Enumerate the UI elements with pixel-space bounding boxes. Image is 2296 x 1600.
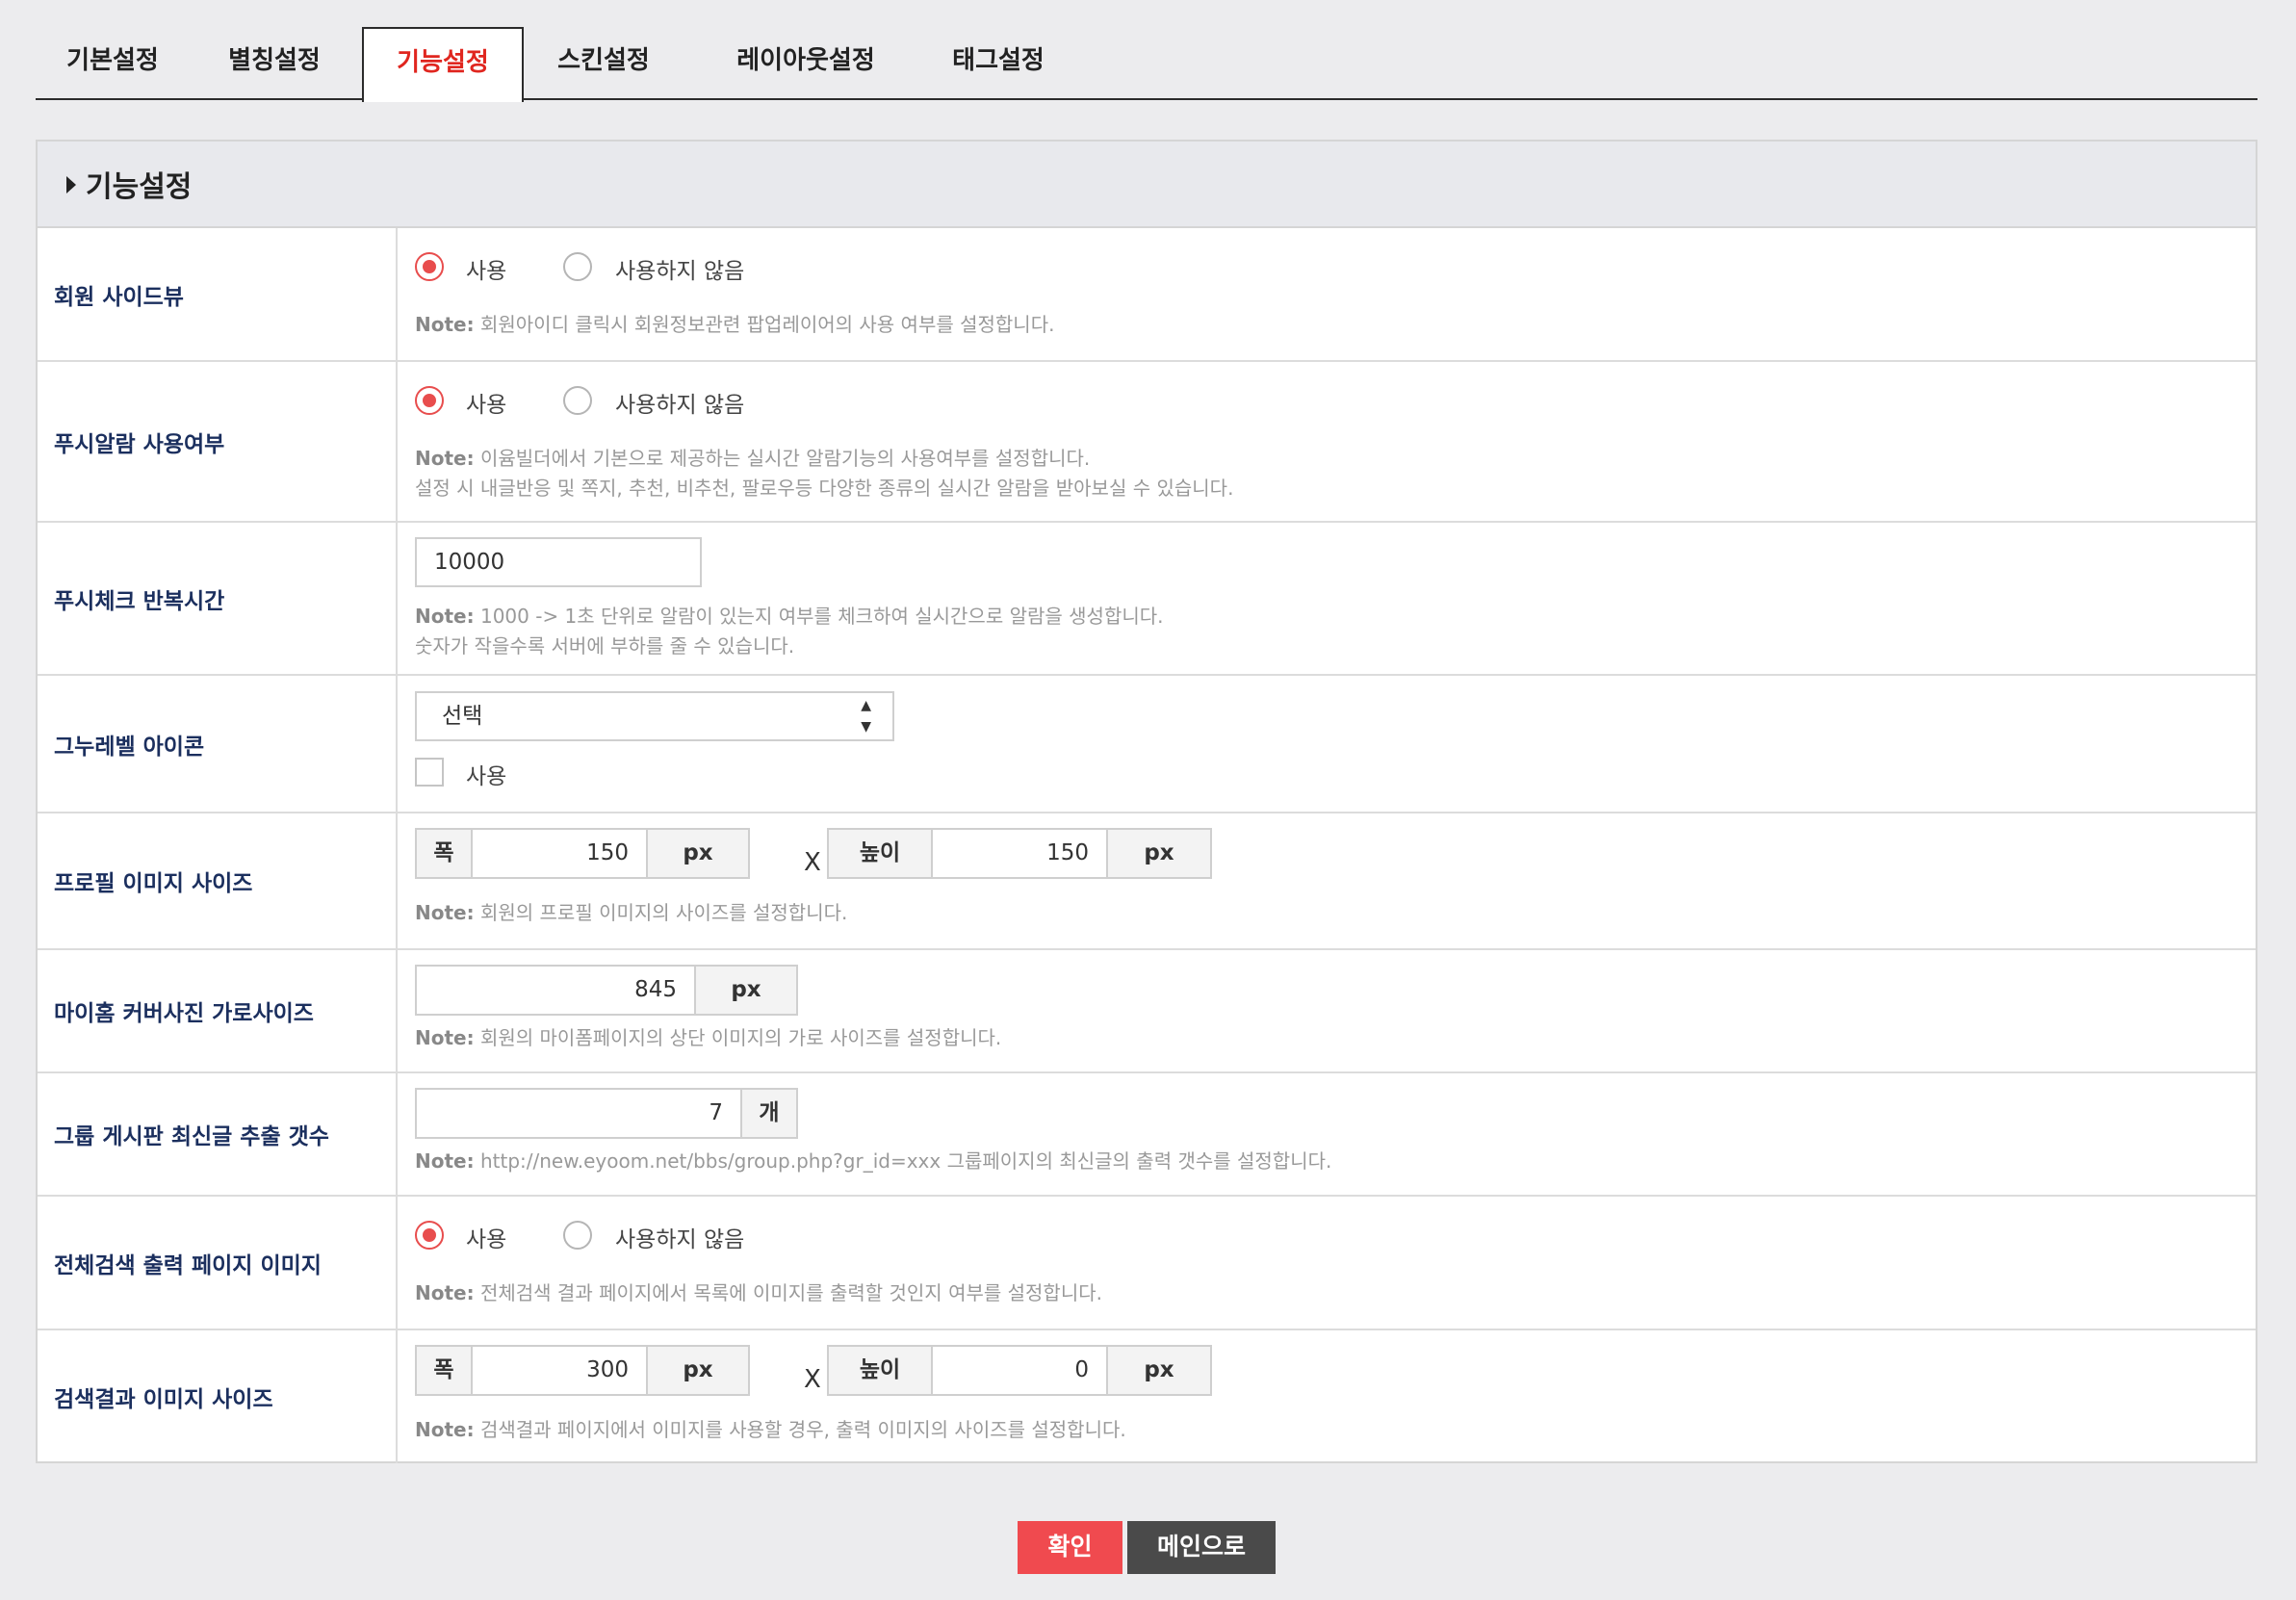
px-addon: px bbox=[646, 1345, 750, 1396]
search-height-input[interactable]: 0 bbox=[931, 1345, 1108, 1396]
row-label: 회원 사이드뷰 bbox=[54, 284, 184, 310]
width-addon: 폭 bbox=[415, 1345, 473, 1396]
size-separator: X bbox=[804, 848, 821, 877]
checkbox-label: 사용 bbox=[466, 764, 507, 789]
panel-header: 기능설정 bbox=[38, 142, 2256, 228]
level-icon-select[interactable]: 선택 ▲ ▼ bbox=[415, 691, 894, 741]
row-label: 마이홈 커버사진 가로사이즈 bbox=[54, 1001, 314, 1026]
profile-width-input[interactable]: 150 bbox=[471, 828, 648, 879]
row-label: 푸시알람 사용여부 bbox=[54, 431, 225, 457]
row-label: 검색결과 이미지 사이즈 bbox=[54, 1387, 273, 1412]
note-line-2: 설정 시 내글반응 및 쪽지, 추천, 비추천, 팔로우등 다양한 종류의 실시… bbox=[415, 477, 1234, 500]
search-width-input[interactable]: 300 bbox=[471, 1345, 648, 1396]
tab-skin[interactable]: 스킨설정 bbox=[527, 27, 681, 100]
row-push-alarm: 푸시알람 사용여부 사용 사용하지 않음 Note: 이윰빌더에서 기본으로 제… bbox=[38, 362, 2256, 523]
height-addon: 높이 bbox=[827, 828, 933, 879]
height-addon: 높이 bbox=[827, 1345, 933, 1396]
size-separator: X bbox=[804, 1365, 821, 1394]
row-level-icon: 그누레벨 아이콘 선택 ▲ ▼ 사용 bbox=[38, 676, 2256, 813]
confirm-button[interactable]: 확인 bbox=[1018, 1521, 1122, 1574]
radio-use-label: 사용 bbox=[466, 393, 507, 418]
radio-use-label: 사용 bbox=[466, 259, 507, 284]
radio-use[interactable] bbox=[415, 386, 444, 415]
settings-panel: 기능설정 회원 사이드뷰 사용 사용하지 않음 Note: 회원아이디 클릭시 … bbox=[36, 140, 2257, 1463]
panel-title: 기능설정 bbox=[66, 163, 192, 205]
tab-tag[interactable]: 태그설정 bbox=[921, 27, 1075, 100]
radio-not-use[interactable] bbox=[563, 386, 592, 415]
note: Note: 회원아이디 클릭시 회원정보관련 팝업레이어의 사용 여부를 설정합… bbox=[415, 313, 1055, 336]
caret-right-icon bbox=[66, 176, 76, 194]
radio-use[interactable] bbox=[415, 1221, 444, 1250]
row-label: 그룹 게시판 최신글 추출 갯수 bbox=[54, 1124, 329, 1149]
cover-width-input[interactable]: 845 bbox=[415, 965, 696, 1016]
row-search-image: 전체검색 출력 페이지 이미지 사용 사용하지 않음 Note: 전체검색 결과… bbox=[38, 1197, 2256, 1330]
count-unit-addon: 개 bbox=[740, 1088, 798, 1139]
tab-basic[interactable]: 기본설정 bbox=[36, 27, 190, 100]
row-side-view: 회원 사이드뷰 사용 사용하지 않음 Note: 회원아이디 클릭시 회원정보관… bbox=[38, 228, 2256, 362]
row-label: 푸시체크 반복시간 bbox=[54, 588, 225, 614]
tab-alias[interactable]: 별칭설정 bbox=[197, 27, 351, 100]
px-addon: px bbox=[1106, 1345, 1212, 1396]
level-icon-checkbox[interactable] bbox=[415, 758, 444, 787]
tab-bar: 기본설정 별칭설정 기능설정 스킨설정 레이아웃설정 태그설정 bbox=[36, 27, 2257, 102]
px-addon: px bbox=[646, 828, 750, 879]
note: Note: 검색결과 페이지에서 이미지를 사용할 경우, 출력 이미지의 사이… bbox=[415, 1418, 1126, 1441]
note: Note: 회원의 마이폼페이지의 상단 이미지의 가로 사이즈를 설정합니다. bbox=[415, 1026, 1002, 1049]
note: Note: 1000 -> 1초 단위로 알람이 있는지 여부를 체크하여 실시… bbox=[415, 605, 1164, 628]
radio-use[interactable] bbox=[415, 252, 444, 281]
note: Note: 회원의 프로필 이미지의 사이즈를 설정합니다. bbox=[415, 901, 848, 924]
note: Note: 이윰빌더에서 기본으로 제공하는 실시간 알람기능의 사용여부를 설… bbox=[415, 447, 1091, 470]
radio-use-label: 사용 bbox=[466, 1227, 507, 1252]
profile-height-input[interactable]: 150 bbox=[931, 828, 1108, 879]
width-addon: 폭 bbox=[415, 828, 473, 879]
push-interval-input[interactable]: 10000 bbox=[415, 537, 702, 587]
radio-not-use-label: 사용하지 않음 bbox=[615, 393, 745, 418]
radio-not-use[interactable] bbox=[563, 252, 592, 281]
row-label: 프로필 이미지 사이즈 bbox=[54, 871, 253, 896]
radio-not-use-label: 사용하지 않음 bbox=[615, 259, 745, 284]
row-profile-size: 프로필 이미지 사이즈 폭 150 px X 높이 150 px Note: 회… bbox=[38, 813, 2256, 950]
group-latest-input[interactable]: 7 bbox=[415, 1088, 742, 1139]
row-group-latest: 그룹 게시판 최신글 추출 갯수 7 개 Note: http://new.ey… bbox=[38, 1073, 2256, 1197]
px-addon: px bbox=[694, 965, 798, 1016]
row-label: 전체검색 출력 페이지 이미지 bbox=[54, 1252, 322, 1278]
row-cover-width: 마이홈 커버사진 가로사이즈 845 px Note: 회원의 마이폼페이지의 … bbox=[38, 950, 2256, 1073]
row-push-interval: 푸시체크 반복시간 10000 Note: 1000 -> 1초 단위로 알람이… bbox=[38, 523, 2256, 676]
row-search-image-size: 검색결과 이미지 사이즈 폭 300 px X 높이 0 px Note: 검색… bbox=[38, 1330, 2256, 1463]
select-arrows-icon: ▲ ▼ bbox=[861, 698, 871, 735]
select-value: 선택 bbox=[442, 704, 483, 729]
radio-not-use-label: 사용하지 않음 bbox=[615, 1227, 745, 1252]
note: Note: http://new.eyoom.net/bbs/group.php… bbox=[415, 1149, 1332, 1173]
row-label: 그누레벨 아이콘 bbox=[54, 734, 205, 760]
radio-not-use[interactable] bbox=[563, 1221, 592, 1250]
note-line-2: 숫자가 작을수록 서버에 부하를 줄 수 있습니다. bbox=[415, 634, 795, 658]
main-button[interactable]: 메인으로 bbox=[1127, 1521, 1276, 1574]
note: Note: 전체검색 결과 페이지에서 목록에 이미지를 출력할 것인지 여부를… bbox=[415, 1281, 1102, 1304]
tab-layout[interactable]: 레이아웃설정 bbox=[709, 27, 902, 100]
tab-function[interactable]: 기능설정 bbox=[362, 27, 524, 102]
px-addon: px bbox=[1106, 828, 1212, 879]
